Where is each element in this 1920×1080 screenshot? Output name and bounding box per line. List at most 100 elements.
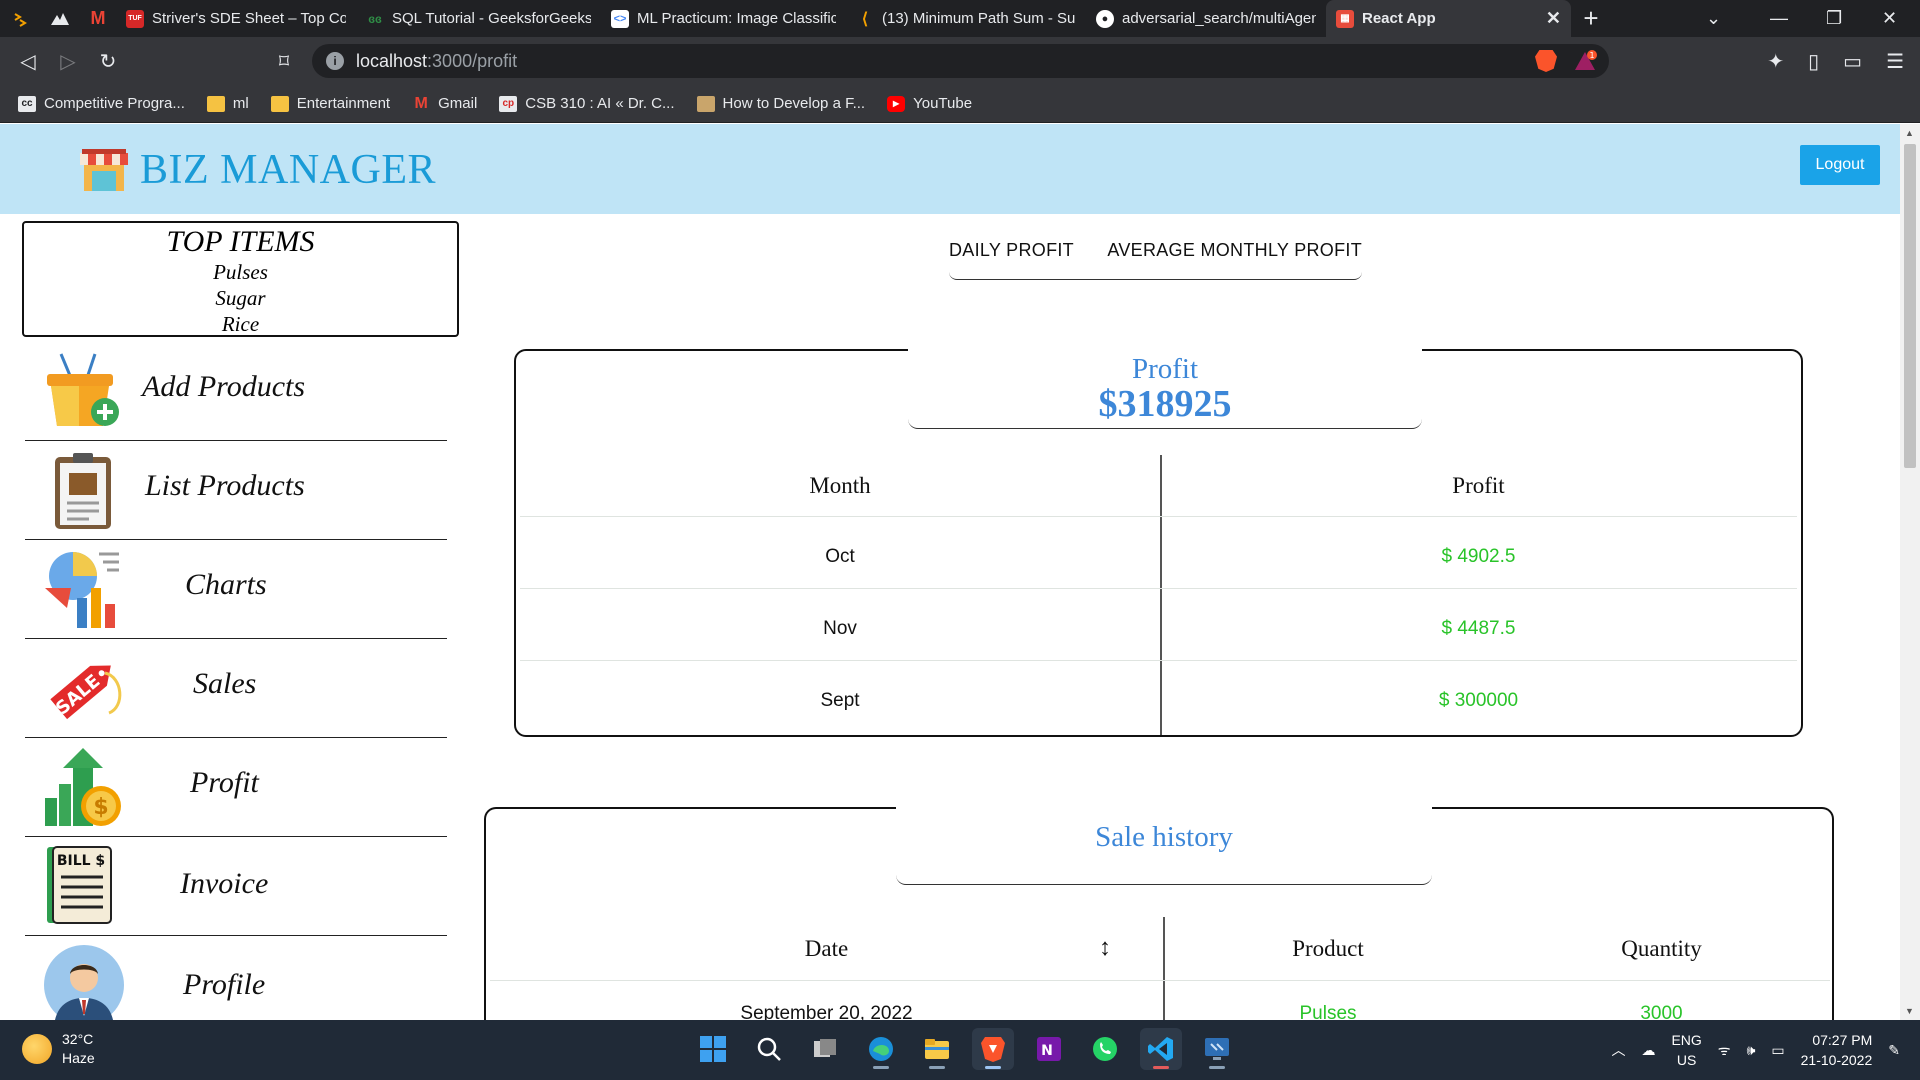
profit-cell: $ 300000 bbox=[1438, 690, 1519, 711]
sidebar-item-sales[interactable]: SALE Sales bbox=[25, 639, 447, 738]
sidebar-item-invoice[interactable]: BILL $ Invoice bbox=[25, 837, 447, 936]
bookmark-folder-ml[interactable]: ml bbox=[206, 95, 249, 112]
bookmark-label: Competitive Progra... bbox=[44, 95, 185, 112]
scroll-up-arrow-icon[interactable]: ▲ bbox=[1905, 128, 1914, 138]
scroll-down-arrow-icon[interactable]: ▼ bbox=[1905, 1006, 1914, 1016]
top-items-box: TOP ITEMS Pulses Sugar Rice bbox=[22, 221, 459, 337]
gfg-icon: ɞɞ bbox=[368, 11, 382, 26]
task-view-icon[interactable] bbox=[804, 1028, 846, 1070]
remote-desktop-icon[interactable] bbox=[1196, 1028, 1238, 1070]
restore-icon[interactable]: ❐ bbox=[1826, 0, 1842, 37]
tab-title: ML Practicum: Image Classific bbox=[637, 10, 836, 27]
youtube-icon: ▶ bbox=[887, 95, 906, 112]
site-info-icon[interactable]: i bbox=[326, 52, 344, 70]
column-header-product: Product bbox=[1292, 935, 1364, 961]
close-window-icon[interactable]: ✕ bbox=[1882, 0, 1897, 37]
running-indicator bbox=[1153, 1066, 1169, 1069]
bookmark-youtube[interactable]: ▶ YouTube bbox=[887, 95, 972, 112]
weather-widget[interactable]: 32°C Haze bbox=[22, 1030, 95, 1068]
browser-tab-2[interactable]: ɞɞ SQL Tutorial - GeeksforGeeks bbox=[356, 0, 601, 37]
brand[interactable]: BIZ MANAGER bbox=[78, 146, 436, 194]
language-indicator[interactable]: ENG US bbox=[1671, 1030, 1701, 1070]
onenote-icon[interactable]: N bbox=[1028, 1028, 1070, 1070]
tab-average-monthly-profit[interactable]: AVERAGE MONTHLY PROFIT bbox=[1107, 240, 1362, 261]
clock[interactable]: 07:27 PM 21-10-2022 bbox=[1801, 1030, 1873, 1070]
scrollbar-thumb[interactable] bbox=[1904, 144, 1916, 468]
app-viewport: BIZ MANAGER Logout TOP ITEMS Pulses Suga… bbox=[0, 124, 1900, 1020]
pinned-tab-codeforces[interactable] bbox=[40, 12, 80, 26]
browser-tab-strip: M TUF Striver's SDE Sheet – Top Codi ɞɞ … bbox=[0, 0, 1920, 37]
user-avatar-icon bbox=[44, 945, 124, 1020]
tab-title: React App bbox=[1362, 10, 1436, 27]
top-item: Pulses bbox=[213, 260, 268, 284]
sidebar-item-charts[interactable]: Charts bbox=[25, 540, 447, 639]
wifi-icon[interactable]: ᯤ bbox=[1718, 1041, 1731, 1060]
sidebar-icon[interactable]: ▯ bbox=[1808, 49, 1819, 74]
system-tray: ︿ ☁ ENG US ᯤ 🕪 ▭ 07:27 PM 21-10-2022 ✎ bbox=[1611, 1020, 1900, 1080]
bookmark-folder-entertainment[interactable]: Entertainment bbox=[270, 95, 390, 112]
search-icon[interactable] bbox=[748, 1028, 790, 1070]
bookmark-gmail[interactable]: M Gmail bbox=[412, 95, 478, 113]
brave-browser-icon[interactable] bbox=[972, 1028, 1014, 1070]
windows-start-icon[interactable] bbox=[692, 1028, 734, 1070]
pinned-tab-gmail[interactable]: M bbox=[80, 8, 116, 29]
browser-tab-5[interactable]: ● adversarial_search/multiAgen bbox=[1086, 0, 1326, 37]
browser-tab-6-active[interactable]: ▦ React App ✕ bbox=[1326, 0, 1571, 37]
wallet-icon[interactable]: ▭ bbox=[1843, 49, 1862, 74]
store-icon: ▦ bbox=[1336, 9, 1354, 28]
reload-icon[interactable]: ↻ bbox=[88, 49, 128, 74]
browser-tab-3[interactable]: <> ML Practicum: Image Classific bbox=[601, 0, 846, 37]
sidebar-item-list-products[interactable]: List Products bbox=[25, 441, 447, 540]
bookmark-how-to-develop[interactable]: How to Develop a F... bbox=[696, 95, 865, 112]
nav-label: Add Products bbox=[142, 370, 306, 403]
sidebar-item-profile[interactable]: Profile bbox=[25, 936, 447, 1020]
address-bar[interactable]: i localhost:3000/profit 1 bbox=[312, 44, 1609, 78]
windows-taskbar: 32°C Haze N ︿ ☁ ENG US ᯤ 🕪 ▭ 07:27 PM 21… bbox=[0, 1020, 1920, 1080]
sidebar-item-profit[interactable]: $ Profit bbox=[25, 738, 447, 837]
show-hidden-icons-chevron-icon[interactable]: ︿ bbox=[1611, 1040, 1625, 1060]
onedrive-cloud-icon[interactable]: ☁ bbox=[1641, 1042, 1655, 1059]
column-header-date[interactable]: Date ↕ bbox=[490, 917, 1163, 980]
minimize-icon[interactable]: — bbox=[1770, 0, 1788, 37]
profit-cell: $ 4487.5 bbox=[1441, 617, 1516, 639]
file-explorer-icon[interactable] bbox=[916, 1028, 958, 1070]
temperature: 32°C bbox=[62, 1031, 94, 1047]
extensions-icon[interactable]: ✦ bbox=[1767, 49, 1784, 74]
svg-text:N: N bbox=[1041, 1043, 1053, 1059]
battery-icon[interactable]: ▭ bbox=[1771, 1042, 1784, 1059]
bookmark-competitive-programming[interactable]: cc Competitive Progra... bbox=[18, 95, 185, 112]
column-header-month: Month bbox=[809, 472, 871, 498]
brave-rewards-icon[interactable]: 1 bbox=[1573, 50, 1597, 72]
back-icon[interactable]: ◁ bbox=[8, 49, 48, 74]
page-scrollbar[interactable]: ▲ ▼ bbox=[1900, 124, 1920, 1020]
new-tab-button[interactable]: + bbox=[1571, 3, 1611, 34]
menu-icon[interactable]: ☰ bbox=[1886, 49, 1904, 74]
brave-shields-icon[interactable] bbox=[1535, 50, 1557, 72]
profit-summary: Profit $318925 bbox=[908, 347, 1422, 429]
logout-button[interactable]: Logout bbox=[1800, 145, 1880, 185]
browser-tab-1[interactable]: TUF Striver's SDE Sheet – Top Codi bbox=[116, 0, 356, 37]
weather-sun-icon bbox=[22, 1034, 52, 1064]
tab-search-dropdown-icon[interactable]: ⌄ bbox=[1706, 0, 1721, 37]
bookmark-icon[interactable]: ⌑ bbox=[264, 49, 304, 74]
forward-icon[interactable]: ▷ bbox=[48, 49, 88, 74]
running-indicator bbox=[873, 1066, 889, 1069]
table-header-row: Date ↕ Product Quantity bbox=[490, 917, 1830, 981]
striver-icon: TUF bbox=[126, 9, 144, 28]
bookmark-label: Gmail bbox=[438, 95, 478, 112]
volume-icon[interactable]: 🕪 bbox=[1747, 1042, 1756, 1059]
sale-history-header: Sale history bbox=[896, 805, 1432, 885]
sort-icon[interactable]: ↕ bbox=[1099, 935, 1111, 962]
sidebar-item-add-products[interactable]: Add Products bbox=[25, 342, 447, 441]
vscode-icon[interactable] bbox=[1140, 1028, 1182, 1070]
edge-icon[interactable] bbox=[860, 1028, 902, 1070]
basket-add-icon bbox=[47, 353, 119, 426]
notifications-icon[interactable]: ✎ bbox=[1888, 1042, 1900, 1059]
whatsapp-icon[interactable] bbox=[1084, 1028, 1126, 1070]
bookmark-csb310[interactable]: cp CSB 310 : AI « Dr. C... bbox=[499, 95, 675, 112]
tab-daily-profit[interactable]: DAILY PROFIT bbox=[949, 240, 1074, 261]
close-tab-icon[interactable]: ✕ bbox=[1546, 8, 1561, 29]
browser-tab-4[interactable]: ⟨ (13) Minimum Path Sum - Sub bbox=[846, 0, 1086, 37]
tab-search-icon[interactable] bbox=[0, 11, 40, 27]
bookmark-label: ml bbox=[232, 95, 249, 112]
